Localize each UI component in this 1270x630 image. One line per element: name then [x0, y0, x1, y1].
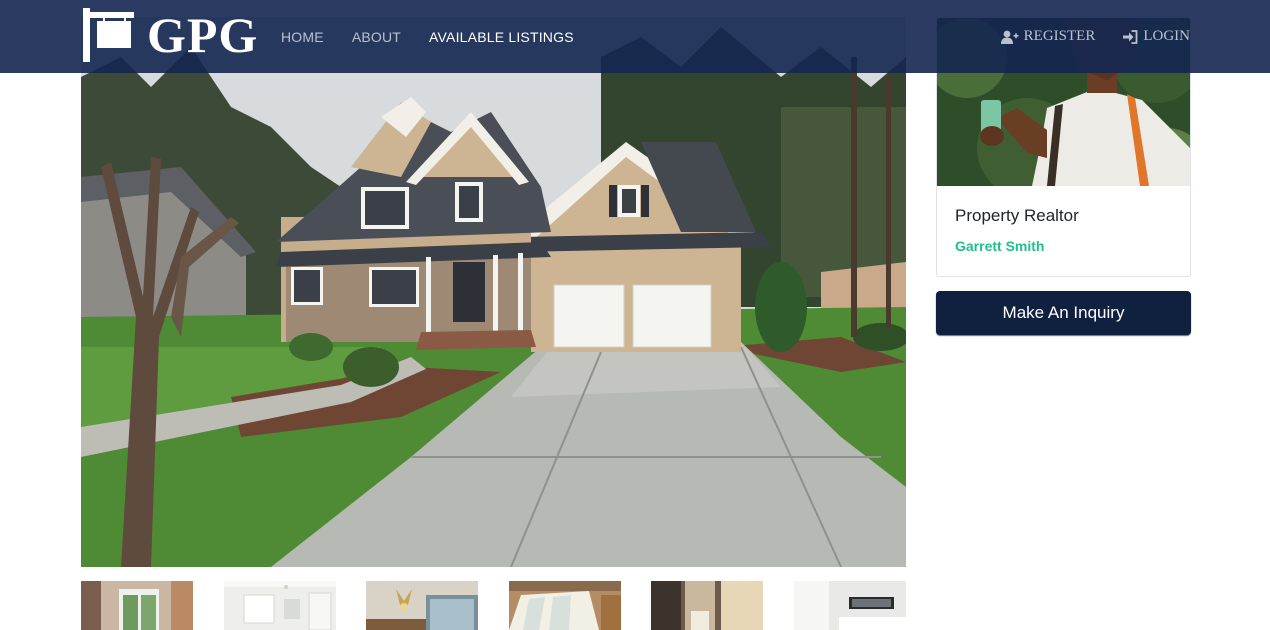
brand-logo[interactable]: GPG — [81, 8, 258, 62]
make-inquiry-button[interactable]: Make An Inquiry — [936, 291, 1191, 335]
login-label: LOGIN — [1143, 28, 1190, 44]
nav-about[interactable]: ABOUT — [352, 29, 401, 45]
thumbnail-6[interactable] — [794, 581, 906, 630]
realty-sign-icon — [83, 8, 134, 62]
thumbnail-1[interactable] — [81, 581, 193, 630]
realtor-name-link[interactable]: Garrett Smith — [955, 238, 1044, 254]
thumbnail-2[interactable] — [224, 581, 336, 630]
nav-home[interactable]: HOME — [281, 29, 324, 45]
main-nav: HOME ABOUT AVAILABLE LISTINGS — [281, 0, 602, 73]
register-link[interactable]: REGISTER — [1000, 28, 1096, 45]
sign-in-icon — [1123, 29, 1138, 44]
realtor-title: Property Realtor — [955, 206, 1079, 225]
nav-available-listings[interactable]: AVAILABLE LISTINGS — [429, 29, 574, 45]
register-label: REGISTER — [1023, 28, 1096, 44]
listing-main-photo — [81, 17, 906, 567]
thumbnail-5[interactable] — [651, 581, 763, 630]
auth-nav: REGISTER LOGIN — [973, 0, 1190, 73]
thumbnail-4[interactable] — [509, 581, 621, 630]
thumbnail-strip — [81, 581, 906, 630]
thumbnail-3[interactable] — [366, 581, 478, 630]
brand-name: GPG — [147, 7, 259, 63]
user-plus-icon — [1000, 30, 1019, 44]
login-link[interactable]: LOGIN — [1123, 28, 1190, 45]
navbar: GPG HOME ABOUT AVAILABLE LISTINGS REGIST… — [0, 0, 1270, 73]
